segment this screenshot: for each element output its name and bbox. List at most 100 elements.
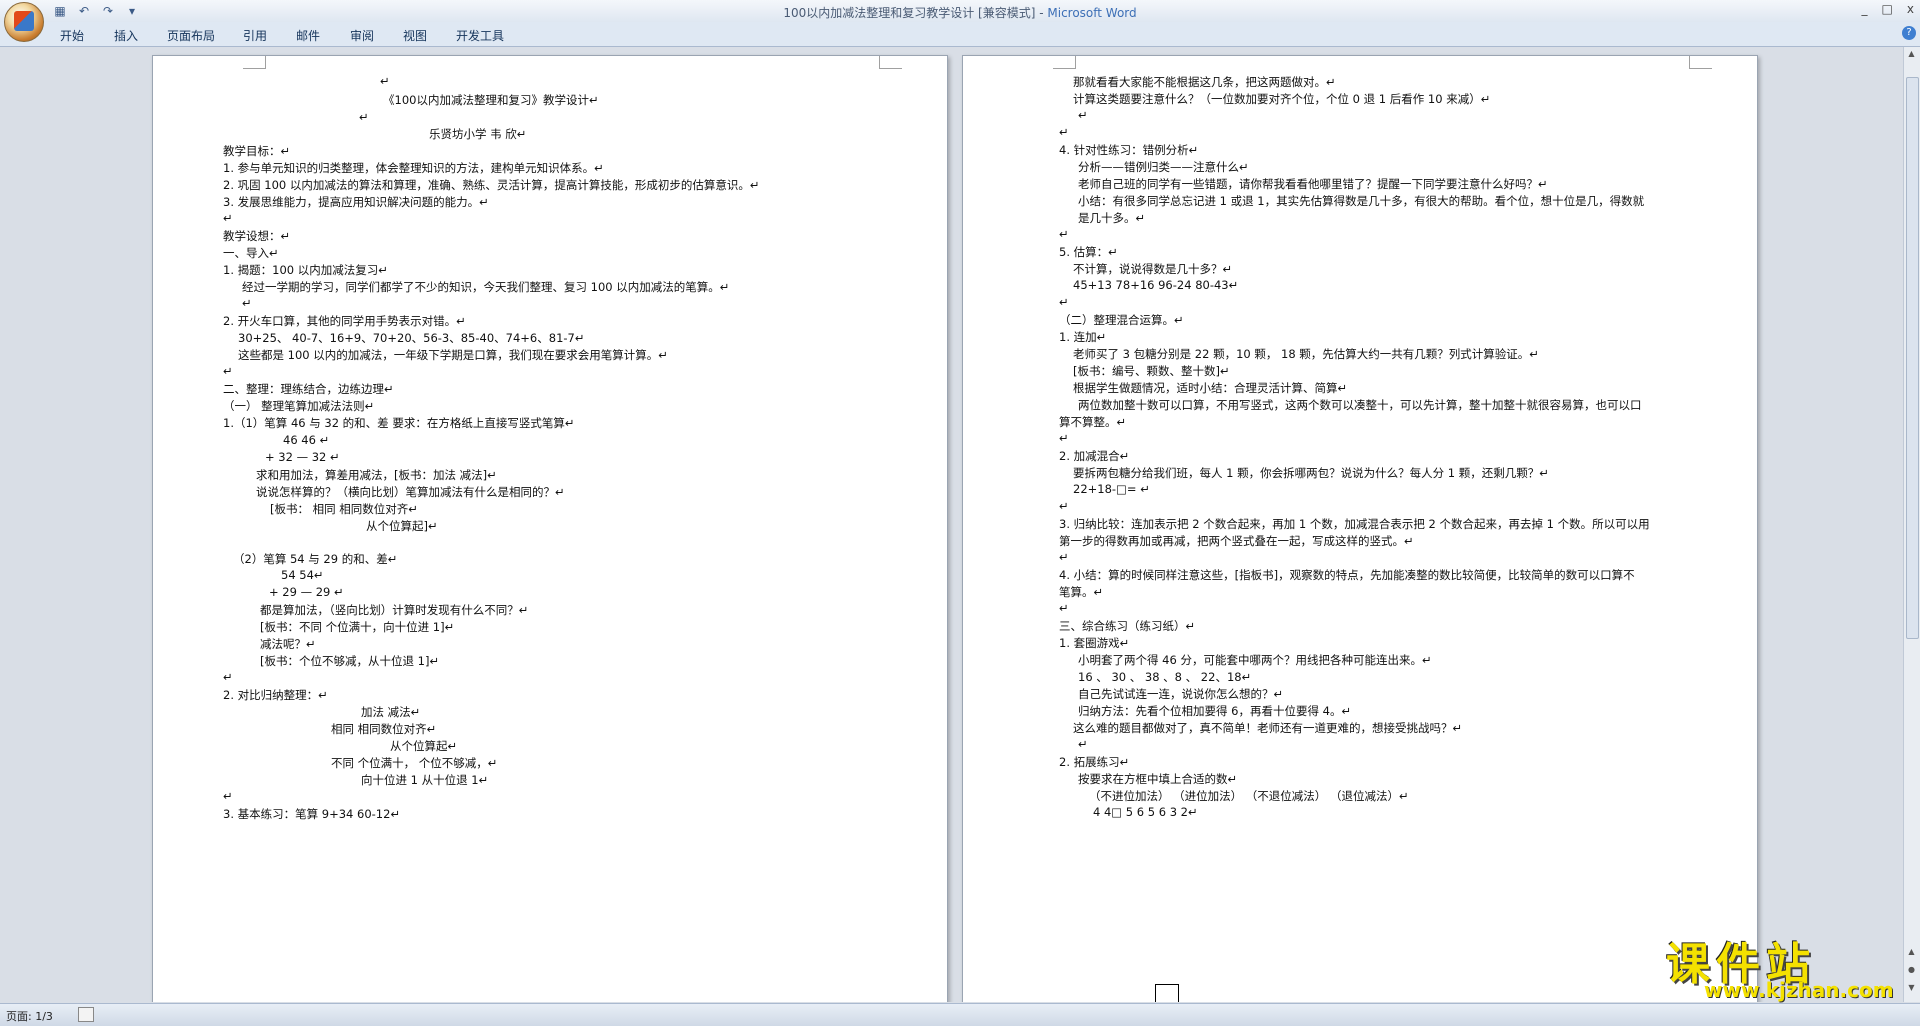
page1-line[interactable]: 不同 个位满十， 个位不够减，↵ [331, 755, 497, 771]
close-button[interactable]: x [1907, 2, 1914, 16]
page1-line[interactable]: 2. 开火车口算，其他的同学用手势表示对错。↵ [223, 313, 466, 329]
tab-mailings[interactable]: 邮件 [296, 27, 320, 44]
redo-icon[interactable]: ↷ [100, 3, 116, 19]
page1-line[interactable]: + 32 — 32 ↵ [265, 450, 340, 464]
page2-line[interactable]: 2. 加减混合↵ [1059, 448, 1129, 464]
office-button[interactable] [4, 2, 44, 42]
page1-line[interactable]: 1. 参与单元知识的归类整理，体会整理知识的方法，建构单元知识体系。↵ [223, 160, 604, 176]
page-count[interactable]: 页面: 1/3 [6, 1008, 53, 1024]
page2-line[interactable]: [板书：编号、颗数、整十数]↵ [1073, 363, 1230, 379]
page2-line[interactable]: ↵ [1078, 737, 1088, 751]
undo-icon[interactable]: ↶ [76, 3, 92, 19]
page2-line[interactable]: ↵ [1059, 125, 1069, 139]
document-page-1[interactable]: ↵ 《100以内加减法整理和复习》教学设计↵ ↵ 乐贤坊小学 韦 欣↵ 教学目标：↵ 1.… [152, 55, 948, 1002]
prev-page-icon[interactable]: ▲ [1906, 947, 1917, 956]
page1-line[interactable]: 30+25、 40-7、16+9、70+20、56-3、85-40、74+6、8… [238, 330, 584, 346]
page1-line[interactable]: ↵ [242, 296, 252, 310]
scroll-thumb[interactable] [1906, 77, 1919, 639]
page1-line[interactable]: （2）笔算 54 与 29 的和、差↵ [233, 551, 397, 567]
page2-line[interactable]: 5. 估算：↵ [1059, 244, 1118, 260]
tab-insert[interactable]: 插入 [114, 27, 138, 44]
page1-line[interactable]: 向十位进 1 从十位退 1↵ [361, 772, 488, 788]
page1-line[interactable]: [板书：不同 个位满十，向十位进 1]↵ [260, 619, 454, 635]
page2-line[interactable]: ↵ [1059, 295, 1069, 309]
page1-line[interactable]: 这些都是 100 以内的加减法，一年级下学期是口算，我们现在要求会用笔算计算。↵ [238, 347, 668, 363]
page2-line[interactable]: 4. 小结：算的时候同样注意这些，[指板书]，观察数的特点，先加能凑整的数比较简… [1059, 567, 1635, 583]
page2-line[interactable]: 要拆两包糖分给我们班，每人 1 颗，你会拆哪两包？说说为什么？每人分 1 颗，还… [1073, 465, 1549, 481]
minimize-button[interactable]: _ [1862, 2, 1868, 16]
page1-line[interactable]: 说说怎样算的？（横向比划）笔算加减法有什么是相同的？↵ [256, 484, 565, 500]
page1-line[interactable]: 1.（1）笔算 46 与 32 的和、差 要求：在方格纸上直接写竖式笔算↵ [223, 415, 574, 431]
maximize-button[interactable]: □ [1882, 2, 1893, 16]
page2-line[interactable]: 小明套了两个得 46 分，可能套中哪两个？用线把各种可能连出来。↵ [1078, 652, 1432, 668]
page1-line[interactable]: 教学目标：↵ [223, 143, 290, 159]
page2-line[interactable]: 算不算整。↵ [1059, 414, 1126, 430]
tab-review[interactable]: 审阅 [350, 27, 374, 44]
tab-home[interactable]: 开始 [60, 27, 84, 44]
page2-line[interactable]: （不进位加法） （进位加法） （不退位减法） （退位减法）↵ [1089, 788, 1409, 804]
tab-developer[interactable]: 开发工具 [456, 27, 504, 44]
page1-line[interactable]: 从个位算起↵ [390, 738, 457, 754]
page2-line[interactable]: 老师买了 3 包糖分别是 22 颗，10 颗， 18 颗，先估算大约一共有几颗？… [1073, 346, 1539, 362]
page1-line[interactable]: 相同 相同数位对齐↵ [331, 721, 436, 737]
page1-line[interactable]: 求和用加法，算差用减法，[板书：加法 减法]↵ [256, 467, 497, 483]
page2-line[interactable]: 不计算，说说得数是几十多？↵ [1073, 261, 1232, 277]
vertical-scrollbar[interactable]: ▲ ▲ ● ▼ [1903, 47, 1920, 1002]
page1-line[interactable]: + 29 — 29 ↵ [269, 585, 344, 599]
page2-line[interactable]: 笔算。↵ [1059, 584, 1103, 600]
page2-line[interactable]: 归纳方法：先看个位相加要得 6，再看十位要得 4。↵ [1078, 703, 1351, 719]
page2-line[interactable]: ↵ [1059, 431, 1069, 445]
page2-line[interactable]: 1. 套圈游戏↵ [1059, 635, 1129, 651]
page1-line[interactable]: [板书：个位不够减，从十位退 1]↵ [260, 653, 439, 669]
page2-line[interactable]: ↵ [1059, 550, 1069, 564]
tab-page-layout[interactable]: 页面布局 [167, 27, 215, 44]
page2-line[interactable]: ↵ [1059, 601, 1069, 615]
page2-line[interactable]: ↵ [1059, 227, 1069, 241]
page1-line[interactable]: 1. 揭题：100 以内加减法复习↵ [223, 262, 388, 278]
page2-line[interactable]: 那就看看大家能不能根据这几条，把这两题做对。↵ [1073, 74, 1336, 90]
tab-view[interactable]: 视图 [403, 27, 427, 44]
page2-line[interactable]: 3. 归纳比较：连加表示把 2 个数合起来，再加 1 个数，加减混合表示把 2 … [1059, 516, 1650, 532]
page1-line[interactable]: 一、导入↵ [223, 245, 279, 261]
proofing-icon[interactable] [78, 1007, 94, 1022]
page1-line[interactable]: 减法呢？↵ [260, 636, 316, 652]
page1-line[interactable]: 2. 对比归纳整理：↵ [223, 687, 328, 703]
page2-line[interactable]: 2. 拓展练习↵ [1059, 754, 1129, 770]
page1-line[interactable]: 乐贤坊小学 韦 欣↵ [429, 126, 526, 142]
page1-line[interactable]: ↵ [223, 364, 233, 378]
select-browse-object-icon[interactable]: ● [1906, 965, 1917, 974]
page1-line[interactable]: 《100以内加减法整理和复习》教学设计↵ [383, 92, 599, 108]
page2-line[interactable]: 4. 针对性练习：错例分析↵ [1059, 142, 1198, 158]
page1-line[interactable]: 54 54↵ [281, 568, 324, 582]
page2-line[interactable]: 按要求在方框中填上合适的数↵ [1078, 771, 1237, 787]
page1-line[interactable]: 2. 巩固 100 以内加减法的算法和算理，准确、熟练、灵活计算，提高计算技能，… [223, 177, 760, 193]
save-icon[interactable]: ▦ [52, 3, 68, 19]
page2-line[interactable]: 这么难的题目都做对了，真不简单！老师还有一道更难的，想接受挑战吗？↵ [1073, 720, 1462, 736]
page1-line[interactable]: 教学设想：↵ [223, 228, 290, 244]
document-page-2[interactable]: 那就看看大家能不能根据这几条，把这两题做对。↵ 计算这类题要注意什么？（一位数加要… [962, 55, 1758, 1002]
customize-qat-icon[interactable]: ▾ [124, 3, 140, 19]
page2-line[interactable]: 是几十多。↵ [1078, 210, 1145, 226]
page1-line[interactable]: 从个位算起]↵ [366, 518, 438, 534]
page2-line[interactable]: 根据学生做题情况，适时小结：合理灵活计算、简算↵ [1073, 380, 1347, 396]
page1-line[interactable]: 3. 发展思维能力，提高应用知识解决问题的能力。↵ [223, 194, 489, 210]
page2-line[interactable]: 老师自己班的同学有一些错题，请你帮我看看他哪里错了？提醒一下同学要注意什么好吗？… [1078, 176, 1548, 192]
page2-line[interactable]: 小结：有很多同学总忘记进 1 或退 1，其实先估算得数是几十多，有很大的帮助。看… [1078, 193, 1644, 209]
page2-line[interactable]: 第一步的得数再加或再减，把两个竖式叠在一起，写成这样的竖式。↵ [1059, 533, 1414, 549]
page2-line[interactable]: 自己先试试连一连，说说你怎么想的？↵ [1078, 686, 1283, 702]
page2-line[interactable]: 45+13 78+16 96-24 80-43↵ [1073, 278, 1238, 292]
page2-line[interactable]: ↵ [1059, 499, 1069, 513]
page2-line[interactable]: （二）整理混合运算。↵ [1059, 312, 1184, 328]
tab-references[interactable]: 引用 [243, 27, 267, 44]
page1-line[interactable]: 二、整理：理练结合，边练边理↵ [223, 381, 394, 397]
page1-line[interactable]: 46 46 ↵ [283, 433, 329, 447]
scroll-up-icon[interactable]: ▲ [1906, 49, 1917, 58]
page2-line[interactable]: 计算这类题要注意什么？（一位数加要对齐个位，个位 0 退 1 后看作 10 来减… [1073, 91, 1490, 107]
page1-line[interactable]: 经过一学期的学习，同学们都学了不少的知识，今天我们整理、复习 100 以内加减法… [242, 279, 729, 295]
page2-line[interactable]: 16 、 30 、 38 、8 、 22、18↵ [1078, 669, 1251, 685]
page2-line[interactable]: 三、综合练习（练习纸）↵ [1059, 618, 1195, 634]
page2-line[interactable]: 分析——错例归类——注意什么↵ [1078, 159, 1249, 175]
document-workspace[interactable]: ↵ 《100以内加减法整理和复习》教学设计↵ ↵ 乐贤坊小学 韦 欣↵ 教学目标：↵ 1.… [0, 47, 1905, 1002]
page1-line[interactable]: （一） 整理笔算加减法法则↵ [223, 398, 374, 414]
page1-line[interactable]: ↵ [223, 670, 233, 684]
